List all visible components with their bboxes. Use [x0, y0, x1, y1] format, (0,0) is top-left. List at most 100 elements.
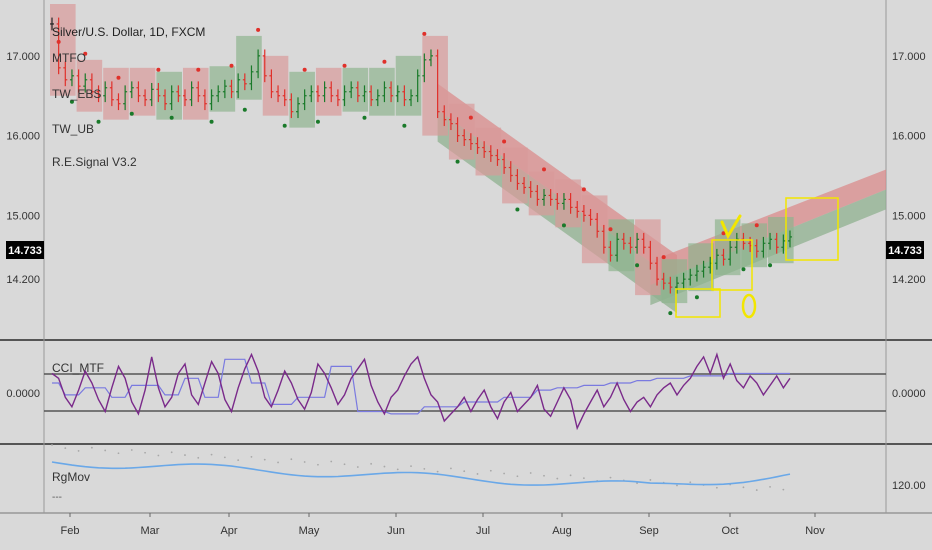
sell-signal-marker — [661, 255, 666, 260]
rgmov-dot — [410, 465, 412, 468]
rgmov-dot — [356, 466, 359, 468]
rgmov-sub-label: --- — [52, 492, 62, 503]
rgmov-dot — [476, 473, 479, 475]
rgmov-dot — [90, 446, 93, 449]
rgmov-dot — [317, 463, 319, 466]
last-price-badge-left: 14.733 — [6, 241, 44, 259]
buy-signal-marker — [209, 119, 214, 124]
buy-signal-marker — [96, 119, 101, 124]
rgmov-dot — [569, 474, 572, 477]
sell-signal-marker — [342, 63, 347, 68]
cci-label[interactable]: CCI_MTF — [52, 361, 104, 375]
time-label: Apr — [220, 525, 237, 537]
time-label: Feb — [61, 525, 80, 537]
time-label: May — [299, 525, 320, 537]
sell-signal-marker — [156, 67, 161, 72]
rgmov-dot — [290, 458, 293, 461]
rgmov-dot — [370, 462, 373, 465]
rgmov-dot — [755, 489, 758, 491]
time-label: Jul — [476, 525, 490, 537]
rgmov-dot — [543, 474, 545, 477]
rgmov-dot — [769, 485, 771, 488]
buy-signal-marker — [455, 159, 460, 164]
rgmov-dot — [529, 472, 532, 474]
buy-signal-marker — [635, 263, 640, 268]
time-label: Mar — [141, 525, 160, 537]
rgmov-dot — [503, 472, 506, 475]
rgmov-label[interactable]: RgMov — [52, 470, 90, 484]
rgmov-tick-right: 120.00 — [892, 480, 926, 492]
price-tick-right: 14.200 — [892, 274, 926, 286]
sell-signal-marker — [256, 27, 261, 32]
time-label: Oct — [721, 525, 738, 537]
sell-signal-marker — [608, 227, 613, 232]
buy-signal-marker — [561, 223, 566, 228]
rgmov-dot — [51, 444, 53, 446]
cci-tick-left: 0.0000 — [6, 388, 40, 400]
price-tick-left: 14.200 — [6, 274, 40, 286]
sell-signal-marker — [302, 67, 307, 72]
rgmov-dot — [489, 469, 492, 472]
rgmov-dot — [396, 468, 399, 471]
rgmov-dot — [450, 467, 452, 470]
time-label: Nov — [805, 525, 825, 537]
rgmov-dot — [277, 461, 279, 464]
rgmov-dot — [383, 465, 386, 468]
price-tick-right: 16.000 — [892, 131, 926, 143]
rgmov-dot — [223, 456, 226, 459]
buy-signal-marker — [282, 123, 287, 128]
buy-signal-marker — [741, 267, 746, 272]
sell-signal-marker — [382, 59, 387, 64]
rgmov-dot — [184, 454, 186, 456]
buy-signal-marker — [515, 207, 520, 212]
rgmov-dot — [742, 486, 745, 489]
rgmov-dot — [104, 449, 107, 452]
rgmov-dot — [250, 456, 253, 458]
rgmov-dot — [64, 447, 67, 450]
indicator-label-4[interactable]: R.E.Signal V3.2 — [52, 155, 137, 169]
rgmov-dot — [423, 467, 426, 470]
signal-box — [262, 55, 289, 116]
buy-signal-marker — [169, 115, 174, 120]
indicator-label-3[interactable]: TW_UB — [52, 122, 94, 136]
rgmov-dot — [782, 488, 785, 491]
chart-canvas[interactable]: 17.000 16.000 15.000 14.200 17.000 16.000 15.… — [0, 0, 932, 550]
last-price-badge-right: 14.733 — [886, 241, 924, 259]
rgmov-dot — [157, 454, 160, 457]
sell-signal-marker — [754, 223, 759, 228]
rgmov-dot — [170, 451, 173, 454]
price-tick-right: 15.000 — [892, 210, 926, 222]
rgmov-dot — [117, 452, 120, 455]
rgmov-dot — [197, 456, 200, 459]
buy-signal-marker — [315, 119, 320, 124]
buy-signal-marker — [768, 263, 773, 268]
rgmov-dot — [715, 486, 718, 489]
cci-tick-right: 0.0000 — [892, 388, 926, 400]
buy-signal-marker — [129, 111, 134, 116]
buy-signal-marker — [402, 123, 407, 128]
price-tick-right: 17.000 — [892, 51, 926, 63]
price-tick-left: 17.000 — [6, 51, 40, 63]
signal-box — [448, 103, 475, 160]
rgmov-dot — [330, 460, 333, 463]
sell-signal-marker — [229, 63, 234, 68]
rgmov-dot — [210, 453, 213, 456]
rgmov-dot — [649, 479, 652, 481]
buy-signal-marker — [242, 107, 247, 112]
indicator-label-2[interactable]: TW_EBS — [52, 87, 101, 101]
rgmov-dot — [303, 461, 306, 463]
rgmov-dot — [463, 470, 466, 473]
rgmov-dot — [676, 484, 678, 487]
rgmov-dot — [130, 449, 133, 451]
rgmov-dot — [516, 475, 519, 478]
symbol-title[interactable]: Silver/U.S. Dollar, 1D, FXCM — [52, 25, 205, 39]
indicator-label-1[interactable]: MTFO — [52, 51, 86, 65]
last-price-label-right: 14.733 — [888, 245, 922, 257]
sell-signal-marker — [116, 75, 121, 80]
time-label: Jun — [387, 525, 405, 537]
sell-signal-marker — [422, 31, 427, 36]
rgmov-dot — [343, 463, 346, 466]
sell-signal-marker — [56, 39, 61, 44]
buy-signal-marker — [362, 115, 367, 120]
sell-signal-marker — [581, 187, 586, 192]
